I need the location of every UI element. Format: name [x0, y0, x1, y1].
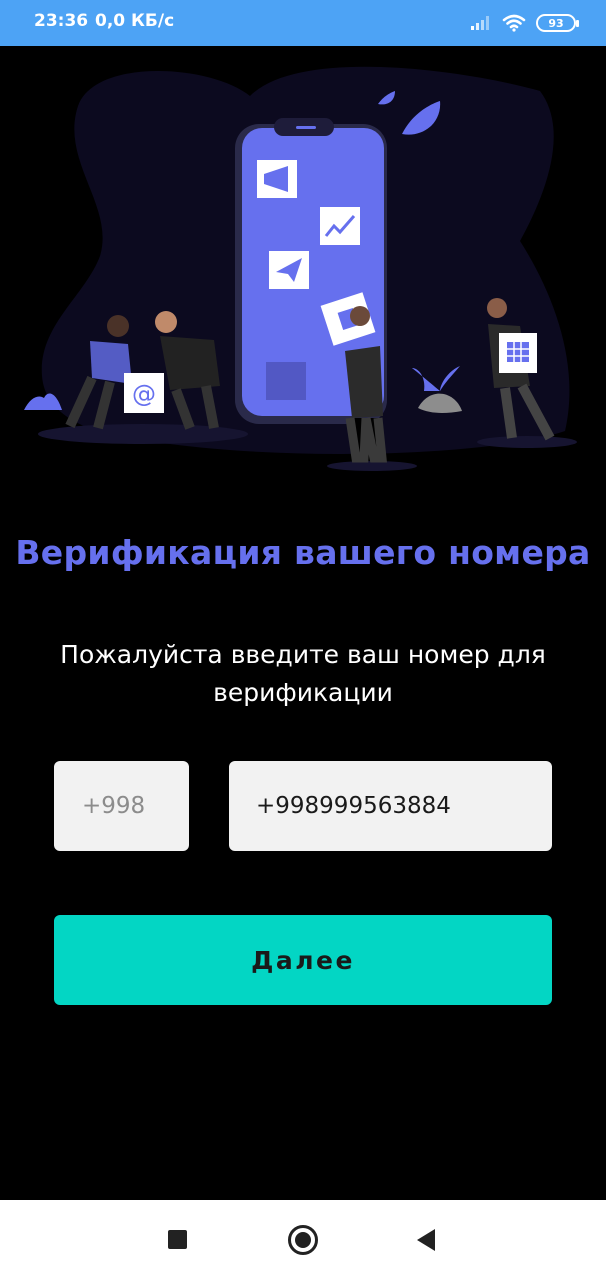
page-title: Верификация вашего номера — [15, 533, 591, 572]
country-code-field[interactable] — [54, 761, 189, 851]
phone-number-field[interactable] — [229, 761, 552, 851]
battery-icon: 93 — [536, 14, 579, 32]
battery-level: 93 — [548, 16, 564, 30]
wifi-icon — [502, 14, 526, 32]
back-icon[interactable] — [417, 1229, 435, 1251]
status-bar: 23:36 0,0 КБ/с 93 — [0, 0, 606, 46]
status-icons: 93 — [470, 10, 579, 36]
status-time: 23:36 — [34, 11, 89, 31]
navigation-bar — [0, 1200, 606, 1280]
page-subtitle: Пожалуйста введите ваш номер для верифик… — [60, 640, 546, 707]
verification-illustration: @ — [24, 66, 577, 471]
signal-icon — [471, 16, 489, 30]
home-icon[interactable] — [288, 1225, 318, 1255]
recents-icon[interactable] — [168, 1230, 187, 1249]
network-speed: 0,0 КБ/с — [95, 11, 175, 31]
next-button[interactable]: Далее — [54, 915, 552, 1005]
svg-text:@: @ — [132, 380, 156, 408]
